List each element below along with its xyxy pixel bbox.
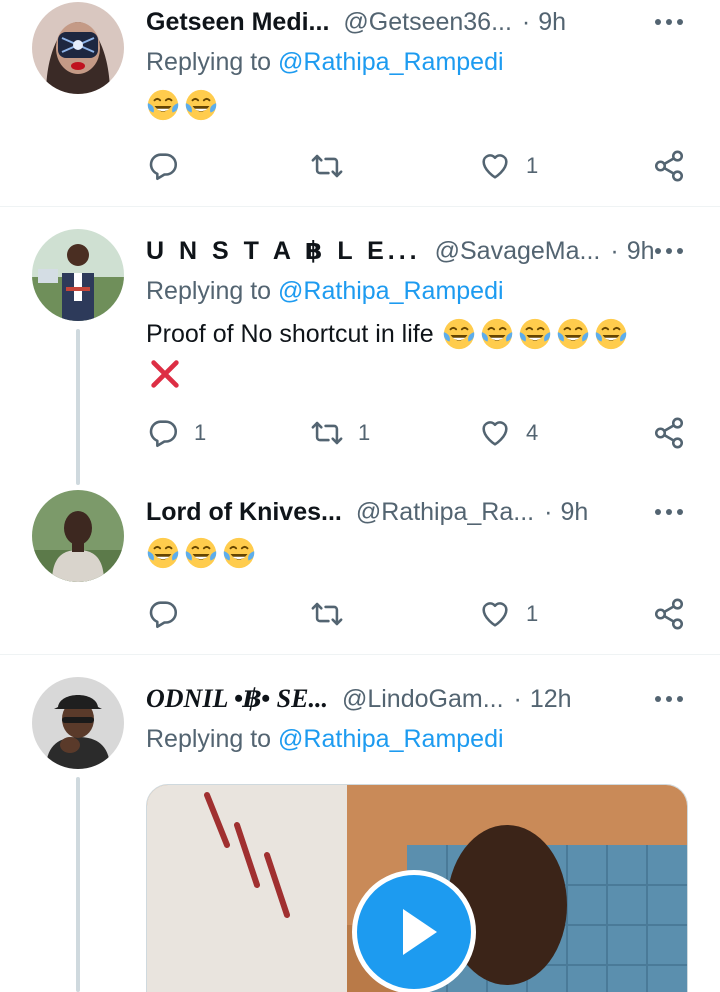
like-button[interactable]: 4 (478, 413, 538, 453)
separator-dot: · (513, 684, 522, 713)
tweet-text: Proof of No shortcut in life (146, 317, 628, 351)
face-with-tears-of-joy-icon (184, 88, 218, 122)
tweet-text (146, 88, 218, 122)
face-with-tears-of-joy-icon (518, 317, 552, 351)
tweet-text (146, 536, 256, 570)
retweet-button[interactable] (310, 146, 358, 186)
mention-link[interactable]: @Rathipa_Rampedi (278, 48, 504, 76)
face-with-tears-of-joy-icon (222, 536, 256, 570)
retweet-count: 1 (358, 420, 371, 445)
display-name[interactable]: ODNIL •฿• SE... (146, 684, 328, 714)
more-icon[interactable] (654, 247, 684, 255)
tweet-1[interactable]: Getseen Medi... @Getseen36... · 9h Reply… (0, 0, 720, 206)
user-handle[interactable]: @LindoGam... (342, 685, 504, 714)
face-with-tears-of-joy-icon (184, 536, 218, 570)
display-name[interactable]: Getseen Medi... (146, 8, 329, 37)
more-icon[interactable] (654, 18, 684, 26)
like-count: 1 (526, 601, 539, 626)
replying-to-label: Replying to (146, 725, 272, 753)
avatar[interactable] (32, 229, 124, 321)
reply-button[interactable]: 1 (146, 413, 206, 453)
tweet-2[interactable]: U N S T A ฿ L E... @SavageMa... · 9h Rep… (0, 207, 720, 485)
like-button[interactable]: 1 (478, 146, 538, 186)
share-button[interactable] (652, 413, 686, 453)
reply-count: 1 (194, 420, 207, 445)
avatar[interactable] (32, 677, 124, 769)
separator-dot: · (544, 497, 553, 526)
tweet-3[interactable]: Lord of Knives... @Rathipa_Ra... · 9h 1 (0, 474, 720, 654)
face-with-tears-of-joy-icon (480, 317, 514, 351)
retweet-icon (310, 149, 344, 183)
replying-to: Replying to @Rathipa_Rampedi (146, 48, 504, 77)
replying-to: Replying to @Rathipa_Rampedi (146, 725, 504, 754)
action-bar: 1 1 4 (146, 413, 692, 453)
face-with-tears-of-joy-icon (146, 88, 180, 122)
user-handle[interactable]: @Rathipa_Ra... (356, 498, 534, 527)
face-with-tears-of-joy-icon (442, 317, 476, 351)
timestamp[interactable]: 12h (530, 685, 572, 714)
timestamp[interactable]: 9h (538, 8, 566, 37)
thread-line (76, 777, 80, 992)
retweet-button[interactable]: 1 (310, 413, 370, 453)
face-with-tears-of-joy-icon (556, 317, 590, 351)
timestamp[interactable]: 9h (627, 237, 655, 266)
emoji-group (146, 536, 256, 570)
avatar[interactable] (32, 490, 124, 582)
timestamp[interactable]: 9h (560, 498, 588, 527)
user-handle[interactable]: @SavageMa... (435, 237, 601, 266)
reply-icon (146, 597, 180, 631)
mention-link[interactable]: @Rathipa_Rampedi (278, 725, 504, 753)
share-button[interactable] (652, 594, 686, 634)
more-icon[interactable] (654, 695, 684, 703)
replying-to-label: Replying to (146, 277, 272, 305)
display-name[interactable]: U N S T A ฿ L E... (146, 236, 421, 266)
reply-icon (146, 149, 180, 183)
replying-to-label: Replying to (146, 48, 272, 76)
face-with-tears-of-joy-icon (146, 536, 180, 570)
user-handle[interactable]: @Getseen36... (343, 8, 512, 37)
share-icon (652, 149, 686, 183)
reply-icon (146, 416, 180, 450)
like-icon (478, 416, 512, 450)
share-button[interactable] (652, 146, 686, 186)
reply-button[interactable] (146, 146, 194, 186)
share-icon (652, 416, 686, 450)
like-icon (478, 597, 512, 631)
display-name[interactable]: Lord of Knives... (146, 498, 342, 527)
like-button[interactable]: 1 (478, 594, 538, 634)
reply-button[interactable] (146, 594, 194, 634)
like-count: 1 (526, 153, 539, 178)
like-count: 4 (526, 420, 539, 445)
separator-dot: · (521, 7, 531, 36)
action-bar: 1 (146, 594, 692, 634)
like-icon (478, 149, 512, 183)
avatar[interactable] (32, 2, 124, 94)
replying-to: Replying to @Rathipa_Rampedi (146, 277, 504, 306)
retweet-icon (310, 597, 344, 631)
emoji-group (442, 317, 628, 351)
separator-dot: · (610, 236, 619, 265)
retweet-button[interactable] (310, 594, 358, 634)
play-icon (403, 909, 437, 955)
more-icon[interactable] (654, 508, 684, 516)
retweet-icon (310, 416, 344, 450)
share-icon (652, 597, 686, 631)
tweet-text-content: Proof of No shortcut in life (146, 319, 434, 348)
mention-link[interactable]: @Rathipa_Rampedi (278, 277, 504, 305)
face-with-tears-of-joy-icon (594, 317, 628, 351)
cross-mark-icon (148, 357, 182, 391)
emoji-group (146, 88, 218, 122)
action-bar: 1 (146, 146, 692, 186)
play-button[interactable] (352, 870, 476, 992)
thread-line (76, 329, 80, 485)
